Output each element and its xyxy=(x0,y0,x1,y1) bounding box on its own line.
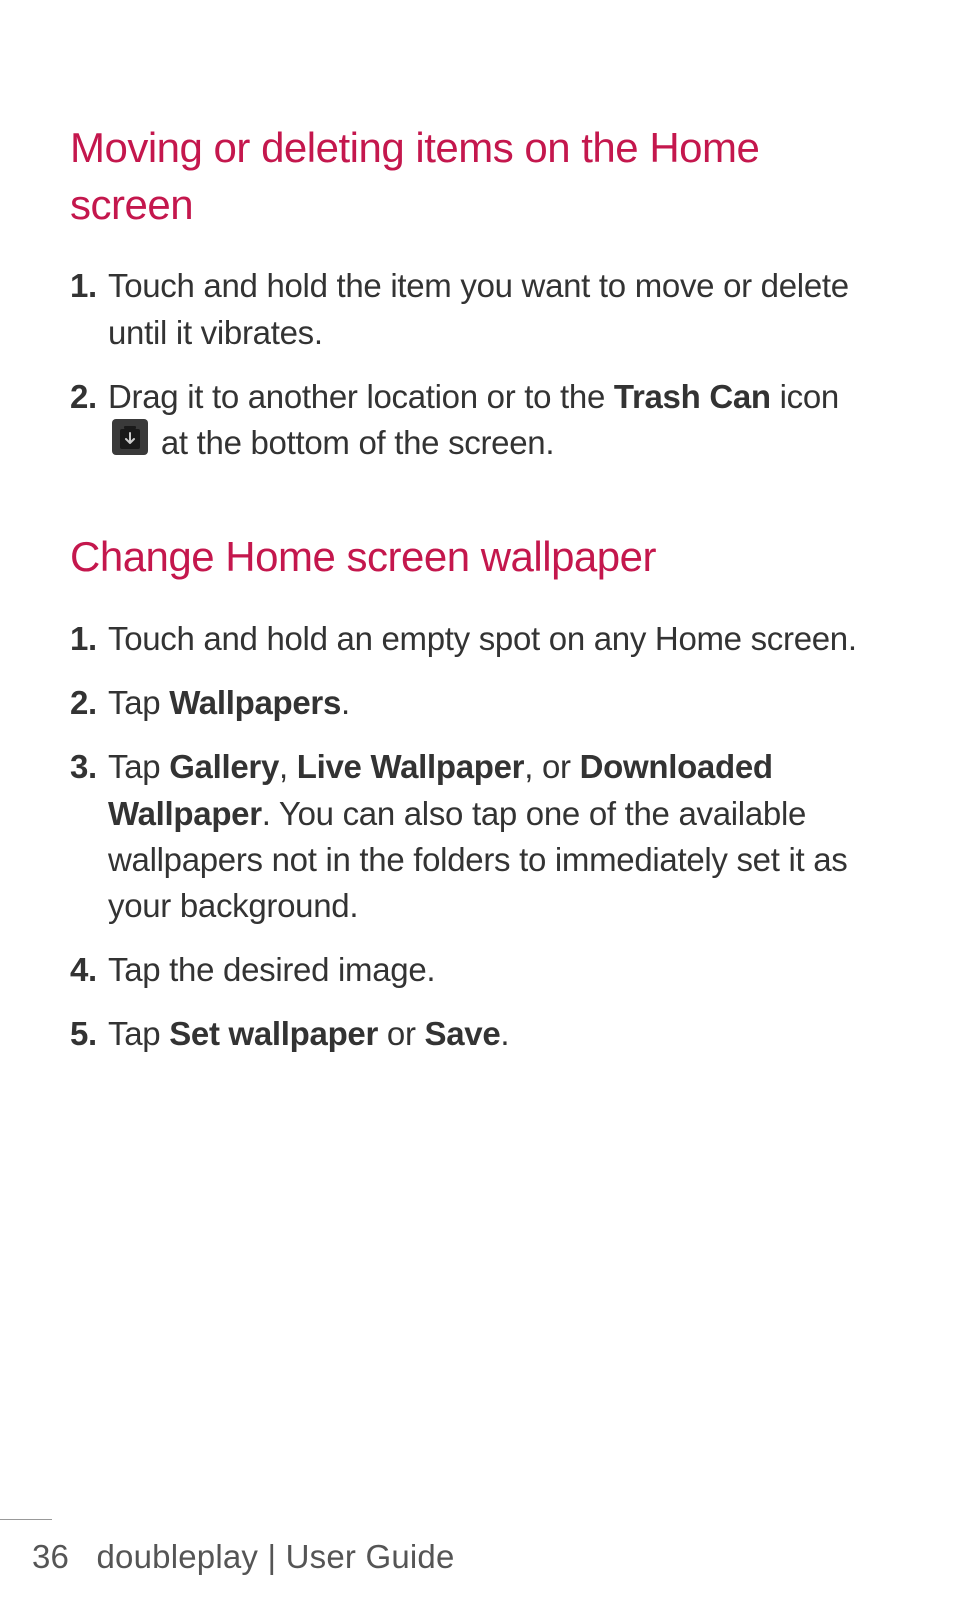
list-text: Tap Set wallpaper or Save. xyxy=(108,1011,884,1057)
section-heading-1: Moving or deleting items on the Home scr… xyxy=(70,120,884,233)
section-heading-2: Change Home screen wallpaper xyxy=(70,529,884,586)
list-number: 1. xyxy=(70,263,108,355)
list-text: Tap Gallery, Live Wallpaper, or Download… xyxy=(108,744,884,929)
list-text: Touch and hold the item you want to move… xyxy=(108,263,884,355)
list-item: 4. Tap the desired image. xyxy=(70,947,884,993)
list-text: Drag it to another location or to the Tr… xyxy=(108,374,884,470)
text-fragment: Tap xyxy=(108,748,169,785)
text-fragment: icon xyxy=(771,378,839,415)
list-text: Tap the desired image. xyxy=(108,947,884,993)
footer-text: 36 doubleplay | User Guide xyxy=(0,1538,954,1576)
text-fragment: Tap xyxy=(108,1015,169,1052)
text-fragment: or xyxy=(378,1015,424,1052)
page-content: Moving or deleting items on the Home scr… xyxy=(0,0,954,1058)
text-fragment: , xyxy=(279,748,297,785)
bold-text: Trash Can xyxy=(614,378,771,415)
text-fragment: . xyxy=(341,684,350,721)
bold-text: Live Wallpaper xyxy=(297,748,524,785)
list-number: 2. xyxy=(70,680,108,726)
list-text: Touch and hold an empty spot on any Home… xyxy=(108,616,884,662)
trash-can-icon xyxy=(112,419,148,467)
bold-text: Save xyxy=(425,1015,501,1052)
bold-text: Set wallpaper xyxy=(169,1015,378,1052)
list-text: Tap Wallpapers. xyxy=(108,680,884,726)
bold-text: Gallery xyxy=(169,748,279,785)
footer-divider xyxy=(0,1519,52,1520)
list-number: 4. xyxy=(70,947,108,993)
list-number: 2. xyxy=(70,374,108,470)
page-footer: 36 doubleplay | User Guide xyxy=(0,1519,954,1576)
text-fragment: , or xyxy=(524,748,579,785)
list-item: 2. Drag it to another location or to the… xyxy=(70,374,884,470)
list-number: 5. xyxy=(70,1011,108,1057)
list-item: 1. Touch and hold an empty spot on any H… xyxy=(70,616,884,662)
list-item: 3. Tap Gallery, Live Wallpaper, or Downl… xyxy=(70,744,884,929)
list-item: 2. Tap Wallpapers. xyxy=(70,680,884,726)
list-item: 1. Touch and hold the item you want to m… xyxy=(70,263,884,355)
text-fragment: Drag it to another location or to the xyxy=(108,378,614,415)
list-item: 5. Tap Set wallpaper or Save. xyxy=(70,1011,884,1057)
list-number: 3. xyxy=(70,744,108,929)
text-fragment: at the bottom of the screen. xyxy=(152,424,554,461)
text-fragment: . xyxy=(500,1015,509,1052)
bold-text: Wallpapers xyxy=(169,684,341,721)
text-fragment: Tap xyxy=(108,684,169,721)
footer-label: doubleplay | User Guide xyxy=(96,1538,454,1575)
list-number: 1. xyxy=(70,616,108,662)
page-number: 36 xyxy=(32,1538,69,1575)
